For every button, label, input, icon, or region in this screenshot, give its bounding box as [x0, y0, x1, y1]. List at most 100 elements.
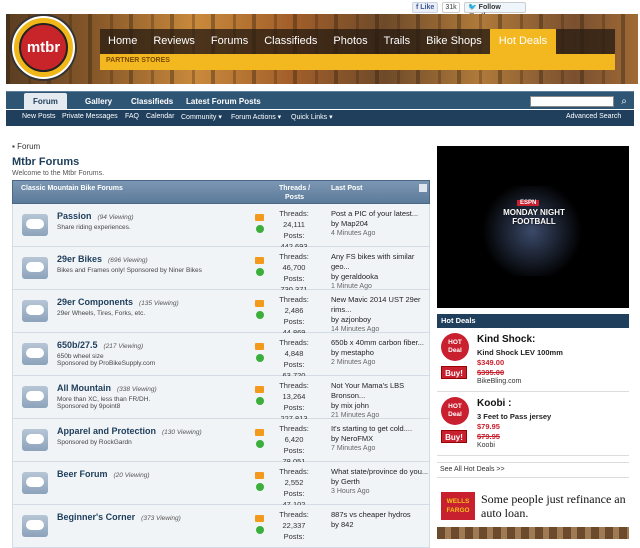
last-post-time: 3 Hours Ago [331, 488, 370, 495]
rss-icon[interactable] [255, 429, 264, 436]
forum-title[interactable]: Beer Forum (20 Viewing) [57, 469, 150, 479]
community-menu[interactable]: Community ▾ [181, 113, 222, 121]
last-post-author[interactable]: by 842 [331, 520, 429, 530]
deal-site[interactable]: BikeBling.com [477, 378, 521, 385]
forum-row: Passion (94 Viewing) Share riding experie… [12, 204, 430, 251]
twitter-follow-button[interactable]: 🐦 Follow @mtbr [464, 2, 526, 20]
online-icon [256, 311, 264, 319]
tab-latest-posts[interactable]: Latest Forum Posts [186, 93, 261, 110]
see-all-hot-deals: See All Hot Deals >> [437, 462, 629, 478]
rss-icon[interactable] [255, 300, 264, 307]
forum-row: Apparel and Protection (130 Viewing) Spon… [12, 419, 430, 466]
nav-classifieds[interactable]: Classifieds [256, 29, 325, 54]
deal-site[interactable]: Koobi [477, 442, 495, 449]
nav-reviews[interactable]: Reviews [145, 29, 203, 54]
rss-icon[interactable] [255, 343, 264, 350]
forum-status-icon [22, 257, 48, 279]
last-post-author[interactable]: by mix john [331, 401, 429, 411]
new-posts-link[interactable]: New Posts [22, 113, 55, 120]
forum-status-icon [22, 429, 48, 451]
forum-table-header: Classic Mountain Bike Forums Threads / P… [12, 180, 430, 204]
buy-button[interactable]: Buy! [441, 366, 467, 379]
viewing-count: (338 Viewing) [117, 386, 157, 393]
forum-stats: Threads:6,420 Posts:78,051 [279, 424, 309, 466]
search-input[interactable] [530, 96, 614, 107]
last-post-title[interactable]: 887s vs cheaper hydros [331, 510, 429, 520]
nav-home[interactable]: Home [100, 29, 145, 54]
last-post-author[interactable]: by Map204 [331, 219, 429, 229]
tab-classifieds[interactable]: Classifieds [131, 93, 173, 110]
deal-old-price: $395.00 [477, 368, 505, 377]
forum-row: 650b/27.5 (217 Viewing) 650b wheel size S… [12, 333, 430, 380]
forum-description: Sponsored by RockGardn [57, 439, 132, 446]
quick-links-menu[interactable]: Quick Links ▾ [291, 113, 333, 121]
buy-button[interactable]: Buy! [441, 430, 467, 443]
rss-icon[interactable] [255, 472, 264, 479]
nav-photos[interactable]: Photos [325, 29, 375, 54]
rss-icon[interactable] [255, 214, 264, 221]
last-post-title[interactable]: Not Your Mama's LBS Bronson... [331, 381, 429, 401]
advanced-search-link[interactable]: Advanced Search [566, 113, 621, 120]
last-post-author[interactable]: by NeroFMX [331, 434, 429, 444]
forum-description: Share riding experiences. [57, 224, 131, 231]
forum-title[interactable]: 650b/27.5 (217 Viewing) [57, 340, 143, 350]
nav-trails[interactable]: Trails [376, 29, 418, 54]
last-post-title[interactable]: Post a PIC of your latest... [331, 209, 429, 219]
ad-monday-night-football[interactable]: ESPN MONDAY NIGHT FOOTBALL [437, 146, 629, 308]
forum-title[interactable]: All Mountain (338 Viewing) [57, 383, 157, 393]
last-post-author[interactable]: by geraldooka [331, 272, 429, 282]
nav-forums[interactable]: Forums [203, 29, 256, 54]
nav-bike-shops[interactable]: Bike Shops [418, 29, 490, 54]
rss-icon[interactable] [255, 515, 264, 522]
forum-stats: Threads:13,264 Posts:227,813 [279, 381, 309, 423]
like-count: 31k [442, 2, 460, 13]
deal-name[interactable]: Kind Shock: [477, 334, 535, 345]
tab-gallery[interactable]: Gallery [85, 93, 112, 110]
deal-old-price: $79.95 [477, 432, 500, 441]
deal-product[interactable]: Kind Shock LEV 100mm [477, 348, 563, 357]
mtbr-logo[interactable]: mtbr [12, 16, 75, 79]
forum-actions-menu[interactable]: Forum Actions ▾ [231, 113, 281, 121]
partner-stores-bar: PARTNER STORES [100, 54, 615, 70]
last-post-title[interactable]: It's starting to get cold.... [331, 424, 429, 434]
online-icon [256, 225, 264, 233]
last-post-title[interactable]: New Mavic 2014 UST 29er rims... [331, 295, 429, 315]
forum-title[interactable]: 29er Bikes (696 Viewing) [57, 254, 148, 264]
last-post-author[interactable]: by mestapho [331, 348, 429, 358]
forum-status-icon [22, 515, 48, 537]
viewing-count: (135 Viewing) [139, 300, 179, 307]
forum-description: More than XC, less than FR/DH. Sponsored… [57, 396, 151, 410]
last-post: New Mavic 2014 UST 29er rims... by azjon… [331, 295, 429, 335]
deal-product[interactable]: 3 Feet to Pass jersey [477, 412, 551, 421]
rss-icon[interactable] [255, 386, 264, 393]
facebook-like-button[interactable]: f Like [412, 2, 438, 13]
last-post-author[interactable]: by azjonboy [331, 315, 429, 325]
forum-title[interactable]: Beginner's Corner (373 Viewing) [57, 512, 181, 522]
faq-link[interactable]: FAQ [125, 113, 139, 120]
forum-status-icon [22, 214, 48, 236]
forum-title[interactable]: 29er Components (135 Viewing) [57, 297, 179, 307]
rss-icon[interactable] [255, 257, 264, 264]
viewing-count: (130 Viewing) [162, 429, 202, 436]
online-icon [256, 440, 264, 448]
viewing-count: (94 Viewing) [97, 214, 134, 221]
partner-stores-link[interactable]: PARTNER STORES [106, 57, 170, 64]
category-title[interactable]: Classic Mountain Bike Forums [21, 185, 123, 192]
last-post-title[interactable]: What state/province do you... [331, 467, 429, 477]
forum-title[interactable]: Apparel and Protection (130 Viewing) [57, 426, 202, 436]
search-icon[interactable]: ⌕ [618, 95, 630, 108]
last-post-author[interactable]: by Gerth [331, 477, 429, 487]
private-messages-link[interactable]: Private Messages [62, 113, 118, 120]
wells-fargo-logo: WELLS FARGO [441, 492, 475, 520]
last-post-title[interactable]: Any FS bikes with similar geo... [331, 252, 429, 272]
collapse-icon[interactable] [419, 184, 427, 192]
forum-title[interactable]: Passion (94 Viewing) [57, 211, 134, 221]
last-post-title[interactable]: 650b x 40mm carbon fiber... [331, 338, 429, 348]
tab-forum[interactable]: Forum [24, 93, 67, 110]
deal-name[interactable]: Koobi : [477, 398, 511, 409]
calendar-link[interactable]: Calendar [146, 113, 174, 120]
nav-hot-deals[interactable]: Hot Deals [489, 29, 557, 54]
last-post-header: Last Post [331, 185, 363, 192]
forum-toolbar: New Posts Private Messages FAQ Calendar … [6, 110, 634, 126]
ad-wells-fargo[interactable]: WELLS FARGO Some people just refinance a… [437, 484, 629, 539]
